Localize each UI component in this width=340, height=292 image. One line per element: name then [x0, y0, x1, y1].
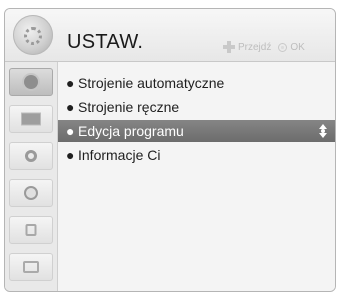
sidebar-item-time[interactable] [9, 179, 53, 207]
bullet: ● [66, 99, 75, 115]
sidebar-item-option[interactable] [9, 253, 53, 281]
bullet: ● [66, 123, 75, 139]
option-icon [23, 261, 39, 273]
menu-item-ci-info[interactable]: ● Informacje Ci [58, 144, 335, 166]
sidebar-item-picture[interactable] [9, 105, 53, 133]
settings-icon [13, 15, 53, 55]
bullet: ● [66, 75, 75, 91]
time-icon [24, 186, 38, 200]
sidebar-item-lock[interactable] [9, 216, 53, 244]
picture-icon [21, 112, 41, 126]
menu-item-label: Informacje Ci [78, 147, 161, 163]
gear-icon [24, 27, 42, 45]
category-sidebar [5, 62, 58, 291]
navigation-hint: Przejdź OK [223, 41, 305, 53]
menu-item-label: Edycja programu [78, 123, 184, 139]
menu-item-program-edit[interactable]: ● Edycja programu [58, 120, 335, 142]
audio-icon [25, 150, 37, 162]
ok-button-icon [278, 42, 288, 52]
page-title: USTAW. [67, 31, 144, 53]
setup-menu-list: ● Strojenie automatyczne ● Strojenie ręc… [58, 62, 335, 291]
bullet: ● [66, 147, 75, 163]
menu-item-auto-tuning[interactable]: ● Strojenie automatyczne [58, 72, 335, 94]
move-arrows-icon [223, 41, 235, 53]
menu-item-manual-tuning[interactable]: ● Strojenie ręczne [58, 96, 335, 118]
menu-item-label: Strojenie automatyczne [78, 75, 225, 91]
sidebar-item-audio[interactable] [9, 142, 53, 170]
lock-icon [25, 224, 37, 236]
up-down-arrow-icon [319, 124, 327, 138]
antenna-icon [24, 75, 38, 89]
settings-panel: USTAW. Przejdź OK ● Strojenie automatycz… [4, 8, 336, 292]
hint-move-label: Przejdź [238, 41, 272, 53]
menu-item-label: Strojenie ręczne [78, 99, 180, 115]
menu-header: USTAW. Przejdź OK [5, 9, 335, 62]
hint-ok-label: OK [290, 41, 305, 53]
sidebar-item-setup[interactable] [9, 68, 53, 96]
